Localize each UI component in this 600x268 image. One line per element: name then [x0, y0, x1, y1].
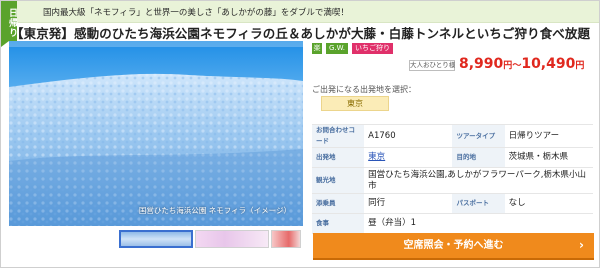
- guide-value: 同行: [364, 193, 453, 214]
- departure-prompt: ご出発になる出発地を選択：: [312, 85, 416, 94]
- departure-tokyo-button[interactable]: 東京: [321, 96, 389, 111]
- info-row: お問合わせコード A1760 ツアータイプ 日帰りツアー: [312, 124, 593, 148]
- badge-raku: 楽: [312, 43, 322, 54]
- departure-link[interactable]: 東京: [364, 147, 453, 168]
- guide-label: 添乗員: [312, 193, 365, 214]
- tag-badges: 楽 G.W. いちご狩り: [312, 43, 393, 54]
- price-max: 10,490: [521, 56, 576, 72]
- destination-value: 茨城県・栃木県: [504, 147, 593, 168]
- badge-gw: G.W.: [326, 43, 348, 54]
- thumbnail-strip: [119, 230, 301, 248]
- thumbnail-wisteria[interactable]: [195, 230, 269, 248]
- departure-label: 出発地: [312, 147, 365, 168]
- info-row: 観光地 国営ひたち海浜公園,あしかがフラワーパーク,栃木県小山市: [312, 167, 593, 194]
- badge-strawberry: いちご狩り: [352, 43, 393, 54]
- price: 8,990円〜10,490円: [459, 56, 584, 72]
- price-unit-max: 円: [575, 61, 585, 71]
- check-availability-button[interactable]: 空席照会・予約へ進む ›: [313, 233, 594, 260]
- chevron-right-icon: ›: [579, 238, 584, 252]
- info-row: 出発地 東京 目的地 茨城県・栃木県: [312, 147, 593, 168]
- info-row: 食事 昼（弁当）1: [312, 213, 593, 234]
- price-separator: 〜: [512, 61, 522, 71]
- sights-label: 観光地: [312, 167, 365, 194]
- info-row: 添乗員 同行 パスポート なし: [312, 193, 593, 214]
- nemophila-photo: [9, 41, 303, 226]
- thumbnail-nemophila[interactable]: [119, 230, 193, 248]
- destination-label: 目的地: [452, 147, 505, 168]
- tour-info-table: お問合わせコード A1760 ツアータイプ 日帰りツアー 出発地 東京 目的地 …: [312, 124, 593, 234]
- cta-label: 空席照会・予約へ進む: [403, 240, 504, 251]
- tour-type-value: 日帰りツアー: [504, 124, 593, 148]
- photo-caption: 国営ひたち海浜公園 ネモフィラ（イメージ）: [138, 206, 291, 215]
- tour-card: 国内最大級「ネモフィラ」と世界一の美しさ「あしかがの藤」をダブルで満喫！ 日帰り…: [0, 0, 600, 268]
- inquiry-code-value: A1760: [364, 124, 453, 148]
- header-text: 国内最大級「ネモフィラ」と世界一の美しさ「あしかがの藤」をダブルで満喫！: [43, 8, 349, 18]
- header-banner: 国内最大級「ネモフィラ」と世界一の美しさ「あしかがの藤」をダブルで満喫！: [1, 1, 599, 23]
- sights-value: 国営ひたち海浜公園,あしかがフラワーパーク,栃木県小山市: [364, 167, 593, 194]
- meals-label: 食事: [312, 213, 365, 234]
- thumbnail-strawberry[interactable]: [271, 230, 301, 248]
- passport-value: なし: [504, 193, 593, 214]
- price-min: 8,990: [459, 56, 504, 72]
- meals-value: 昼（弁当）1: [364, 213, 593, 234]
- price-unit-min: 円: [503, 61, 513, 71]
- inquiry-code-label: お問合わせコード: [312, 124, 365, 148]
- tour-type-label: ツアータイプ: [452, 124, 505, 148]
- price-label: 大人おひとり様: [409, 60, 456, 71]
- passport-label: パスポート: [452, 193, 505, 214]
- main-photo[interactable]: 国営ひたち海浜公園 ネモフィラ（イメージ）: [9, 41, 303, 226]
- tour-title[interactable]: 【東京発】感動のひたち海浜公園ネモフィラの丘＆あしかが大藤・白藤トンネルといちご…: [11, 23, 590, 42]
